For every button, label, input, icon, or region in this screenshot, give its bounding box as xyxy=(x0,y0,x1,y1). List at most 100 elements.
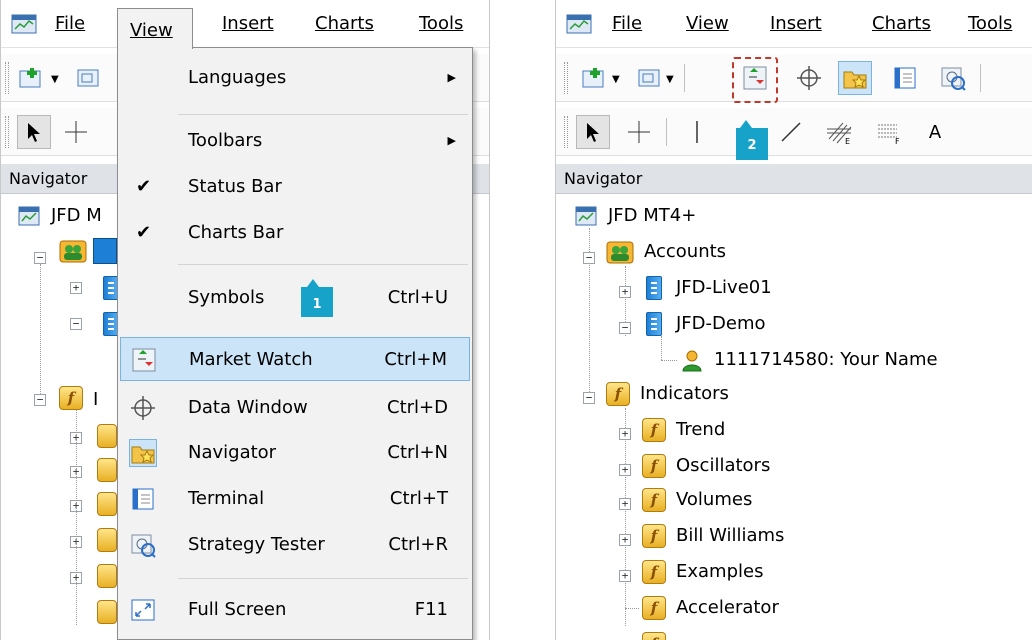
menu-item-charts-bar[interactable]: ✔ Charts Bar xyxy=(120,211,470,255)
menu-item-navigator[interactable]: Navigator Ctrl+N xyxy=(120,431,470,475)
strategy-tester-button[interactable] xyxy=(936,61,970,95)
text-tool-button[interactable]: A xyxy=(918,115,952,149)
collapse-demo-toggle[interactable]: − xyxy=(70,318,82,330)
menu-view[interactable]: View xyxy=(682,8,733,40)
menu-tools[interactable]: Tools xyxy=(964,8,1016,40)
collapse-demo-toggle[interactable]: − xyxy=(619,322,631,334)
expand-trend-toggle[interactable]: + xyxy=(619,428,631,440)
expand-volumes-toggle[interactable]: + xyxy=(619,498,631,510)
expand-live-toggle[interactable]: + xyxy=(70,282,82,294)
step-2-number: 2 xyxy=(747,138,757,153)
tree-node-volumes[interactable]: f Volumes xyxy=(642,482,752,518)
fibonacci-button[interactable]: F xyxy=(872,115,906,149)
tree-node-trend[interactable]: f Trend xyxy=(642,412,725,448)
navigator-folder-star-icon xyxy=(129,439,157,467)
app-icon xyxy=(566,14,592,34)
menu-item-terminal[interactable]: Terminal Ctrl+T xyxy=(120,477,470,521)
menu-item-full-screen[interactable]: Full Screen F11 xyxy=(120,588,470,632)
expand-bill-williams-toggle[interactable]: + xyxy=(619,534,631,546)
volumes-label: Volumes xyxy=(676,489,753,510)
expand-live-toggle[interactable]: + xyxy=(619,286,631,298)
submenu-arrow-icon: ▶ xyxy=(447,71,456,84)
text-tool-icon: A xyxy=(928,121,942,143)
menu-item-label: Symbols xyxy=(188,287,265,308)
menu-item-label: Charts Bar xyxy=(188,222,284,243)
cursor-button[interactable] xyxy=(576,115,610,149)
menu-item-label: Status Bar xyxy=(188,176,282,197)
menu-insert[interactable]: Insert xyxy=(218,8,278,40)
cursor-button[interactable] xyxy=(17,115,51,149)
menu-item-status-bar[interactable]: ✔ Status Bar xyxy=(120,165,470,209)
tree-node-accounts[interactable]: Accounts xyxy=(606,234,726,270)
collapse-accounts-toggle[interactable]: − xyxy=(34,252,46,264)
dropdown-arrow-icon[interactable]: ▼ xyxy=(666,74,674,85)
vertical-line-button[interactable] xyxy=(680,115,714,149)
menu-file-label: File xyxy=(55,13,86,34)
tree-root[interactable]: JFD MT4+ xyxy=(574,198,696,234)
navigator-folder-star-icon xyxy=(843,71,867,89)
tree-root-left[interactable]: JFD M xyxy=(17,198,102,234)
menu-tools[interactable]: Tools xyxy=(415,8,467,40)
menu-view-label: View xyxy=(130,20,173,41)
trendline-button[interactable] xyxy=(774,115,808,149)
indicators-folder-icon: f xyxy=(59,386,83,410)
new-chart-button[interactable] xyxy=(578,61,612,95)
tree-node-examples[interactable]: f Examples xyxy=(642,554,763,590)
tree-node-oscillators[interactable]: f Oscillators xyxy=(642,448,770,484)
collapse-indicators-toggle[interactable]: − xyxy=(583,392,595,404)
data-window-button[interactable] xyxy=(792,61,826,95)
toolbar-grip-2[interactable] xyxy=(5,116,9,148)
tree-root-label-left: JFD M xyxy=(51,205,102,226)
menu-item-data-window[interactable]: Data Window Ctrl+D xyxy=(120,386,470,430)
terminal-window-icon xyxy=(894,67,916,89)
menu-charts[interactable]: Charts xyxy=(311,8,378,40)
expand-examples-toggle[interactable]: + xyxy=(619,570,631,582)
terminal-window-icon xyxy=(132,488,154,510)
crosshair-button[interactable] xyxy=(622,115,656,149)
profiles-button[interactable] xyxy=(632,61,666,95)
tree-node-live-server[interactable]: JFD-Live01 xyxy=(642,270,772,306)
dropdown-arrow-icon[interactable]: ▼ xyxy=(51,74,59,85)
collapse-indicators-toggle[interactable]: − xyxy=(34,394,46,406)
menu-item-symbols[interactable]: Symbols Ctrl+U xyxy=(120,276,470,320)
toolbar-grip[interactable] xyxy=(5,62,9,94)
tree-node-accelerator[interactable]: f Accelerator xyxy=(642,590,779,626)
menu-item-shortcut: Ctrl+M xyxy=(384,349,447,370)
step-1-number: 1 xyxy=(312,297,322,312)
menu-item-strategy-tester[interactable]: Strategy Tester Ctrl+R xyxy=(120,523,470,567)
profiles-button[interactable] xyxy=(71,61,105,95)
menu-bar-right: File View Insert Charts Tools xyxy=(556,0,1032,48)
menu-file[interactable]: File xyxy=(51,8,89,40)
demo-server-label: JFD-Demo xyxy=(676,313,766,334)
menu-separator xyxy=(178,114,468,115)
account-label: 1111714580: Your Name xyxy=(714,349,938,370)
full-screen-icon xyxy=(131,599,155,621)
navigator-button[interactable] xyxy=(838,61,872,95)
menu-separator xyxy=(178,264,468,265)
tree-node-demo-server[interactable]: JFD-Demo xyxy=(642,306,766,342)
menu-charts[interactable]: Charts xyxy=(868,8,935,40)
collapse-accounts-toggle[interactable]: − xyxy=(583,252,595,264)
menu-insert[interactable]: Insert xyxy=(766,8,826,40)
menu-item-languages[interactable]: Languages ▶ xyxy=(120,56,470,100)
tree-node-account[interactable]: 1111714580: Your Name xyxy=(680,342,938,378)
accelerator-indicator-icon: f xyxy=(642,596,666,620)
toolbar-grip-2[interactable] xyxy=(564,116,568,148)
equidistant-channel-button[interactable]: E xyxy=(822,115,856,149)
crosshair-button[interactable] xyxy=(59,115,93,149)
expand-oscillators-toggle[interactable]: + xyxy=(619,464,631,476)
dropdown-arrow-icon[interactable]: ▼ xyxy=(612,74,620,85)
toolbar-grip[interactable] xyxy=(564,62,568,94)
menu-item-toolbars[interactable]: Toolbars ▶ xyxy=(120,119,470,163)
menu-item-market-watch[interactable]: Market Watch Ctrl+M xyxy=(120,337,470,381)
tree-node-indicators[interactable]: f Indicators xyxy=(606,376,729,412)
trend-folder-icon: f xyxy=(642,418,666,442)
tree-line xyxy=(589,262,590,392)
terminal-button[interactable] xyxy=(888,61,922,95)
tree-node-next-partial[interactable]: f xyxy=(642,626,666,640)
tree-node-bill-williams[interactable]: f Bill Williams xyxy=(642,518,784,554)
menu-separator xyxy=(178,578,468,579)
new-chart-button[interactable] xyxy=(15,61,49,95)
menu-file[interactable]: File xyxy=(608,8,646,40)
menu-view-open[interactable]: View xyxy=(117,8,193,49)
